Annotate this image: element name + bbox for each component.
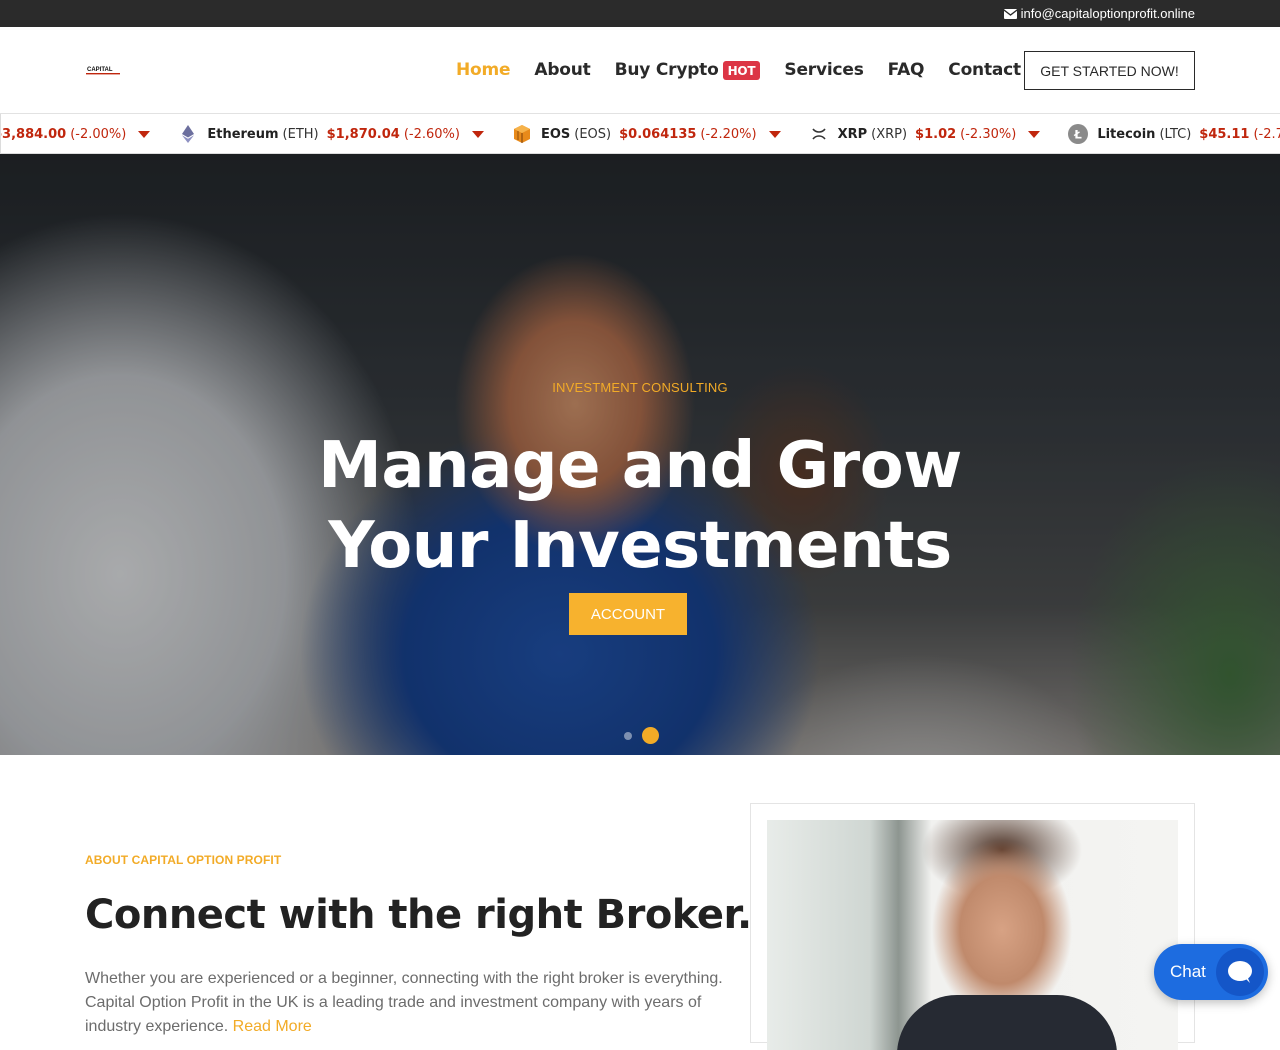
ethereum-icon xyxy=(178,124,198,144)
crypto-ticker: 63,884.00 (-2.00%) Ethereum (ETH) $1,870… xyxy=(0,114,1280,154)
chat-bubble-icon xyxy=(1216,948,1264,996)
ticker-price: $1.02 xyxy=(915,126,957,142)
site-logo[interactable]: CAPITAL xyxy=(86,64,120,76)
chat-widget-button[interactable]: Chat xyxy=(1154,944,1268,1000)
ticker-symbol: (EOS) xyxy=(574,126,612,142)
svg-text:Ł: Ł xyxy=(1074,128,1083,142)
nav-home-label: Home xyxy=(456,60,511,80)
hero-slider: INVESTMENT CONSULTING Manage and Grow Yo… xyxy=(0,154,1280,755)
nav-about[interactable]: About xyxy=(534,60,590,80)
ticker-price: $1,870.04 xyxy=(326,126,400,142)
litecoin-icon: Ł xyxy=(1068,124,1089,144)
nav-buy-crypto-label: Buy Crypto xyxy=(614,60,719,80)
about-text: Whether you are experienced or a beginne… xyxy=(85,967,725,1039)
slider-dot-2[interactable] xyxy=(642,727,659,744)
ticker-name: Ethereum xyxy=(207,126,279,142)
email-link[interactable]: info@capitaloptionprofit.online xyxy=(1003,6,1195,21)
ticker-price: 63,884.00 xyxy=(0,126,67,142)
ticker-item-ltc[interactable]: Ł Litecoin (LTC) $45.11 (-2.70%) xyxy=(1068,124,1280,144)
eos-icon xyxy=(512,124,532,144)
broker-photo-card xyxy=(750,803,1195,1050)
nav-about-label: About xyxy=(534,60,591,80)
nav-services[interactable]: Services xyxy=(784,60,863,80)
main-nav: Home About Buy Crypto HOT Services FAQ Co… xyxy=(456,60,1045,80)
nav-services-label: Services xyxy=(784,60,864,80)
about-title: Connect with the right Broker. xyxy=(85,892,752,938)
ticker-item-btc[interactable]: 63,884.00 (-2.00%) xyxy=(0,126,151,142)
ticker-change: (-2.60%) xyxy=(403,126,460,142)
nav-buy-crypto[interactable]: Buy Crypto HOT xyxy=(615,60,761,80)
ticker-symbol: (ETH) xyxy=(282,126,319,142)
down-arrow-icon xyxy=(1028,130,1041,138)
slider-dots xyxy=(624,727,659,744)
down-arrow-icon xyxy=(138,130,151,138)
email-text: info@capitaloptionprofit.online xyxy=(1020,6,1195,21)
down-arrow-icon xyxy=(768,130,781,138)
ticker-name: XRP xyxy=(837,126,868,142)
xrp-icon xyxy=(809,124,829,144)
ticker-symbol: (XRP) xyxy=(871,126,908,142)
down-arrow-icon xyxy=(471,130,484,138)
svg-text:CAPITAL: CAPITAL xyxy=(87,67,113,73)
nav-contact[interactable]: Contact xyxy=(948,60,1021,80)
site-header: CAPITAL Home About Buy Crypto HOT Service… xyxy=(0,27,1280,114)
ticker-symbol: (LTC) xyxy=(1159,126,1192,142)
ticker-price: $45.11 xyxy=(1199,126,1250,142)
hero-title-line-2: Your Investments xyxy=(328,509,952,583)
hot-badge: HOT xyxy=(722,60,761,80)
broker-photo xyxy=(767,820,1178,1050)
ticker-item-xrp[interactable]: XRP (XRP) $1.02 (-2.30%) xyxy=(809,124,1041,144)
ticker-item-eos[interactable]: EOS (EOS) $0.064135 (-2.20%) xyxy=(512,124,781,144)
nav-faq[interactable]: FAQ xyxy=(888,60,925,80)
about-kicker: ABOUT CAPITAL OPTION PROFIT xyxy=(85,853,282,867)
ticker-row: 63,884.00 (-2.00%) Ethereum (ETH) $1,870… xyxy=(0,114,1280,153)
broker-suit xyxy=(897,995,1117,1050)
ticker-change: (-2.00%) xyxy=(70,126,127,142)
slider-dot-1[interactable] xyxy=(624,731,632,740)
nav-faq-label: FAQ xyxy=(887,60,925,80)
hero-title: Manage and Grow Your Investments xyxy=(0,426,1280,586)
nav-home[interactable]: Home xyxy=(456,60,511,80)
hero-kicker: INVESTMENT CONSULTING xyxy=(552,380,728,395)
top-bar: info@capitaloptionprofit.online xyxy=(0,0,1280,27)
ticker-item-eth[interactable]: Ethereum (ETH) $1,870.04 (-2.60%) xyxy=(178,124,484,144)
read-more-link[interactable]: Read More xyxy=(233,1018,312,1035)
ticker-name: EOS xyxy=(540,126,571,142)
ticker-price: $0.064135 xyxy=(619,126,697,142)
about-paragraph: Whether you are experienced or a beginne… xyxy=(85,970,723,1035)
account-button[interactable]: ACCOUNT xyxy=(569,593,687,635)
hero-title-line-1: Manage and Grow xyxy=(318,429,962,503)
ticker-change: (-2.30%) xyxy=(960,126,1017,142)
envelope-icon xyxy=(1003,8,1017,19)
get-started-button[interactable]: GET STARTED NOW! xyxy=(1024,51,1195,90)
ticker-change: (-2.20%) xyxy=(700,126,757,142)
ticker-name: Litecoin xyxy=(1097,126,1156,142)
ticker-change: (-2.70%) xyxy=(1253,126,1280,142)
nav-contact-label: Contact xyxy=(948,60,1021,80)
chat-label: Chat xyxy=(1170,962,1206,981)
